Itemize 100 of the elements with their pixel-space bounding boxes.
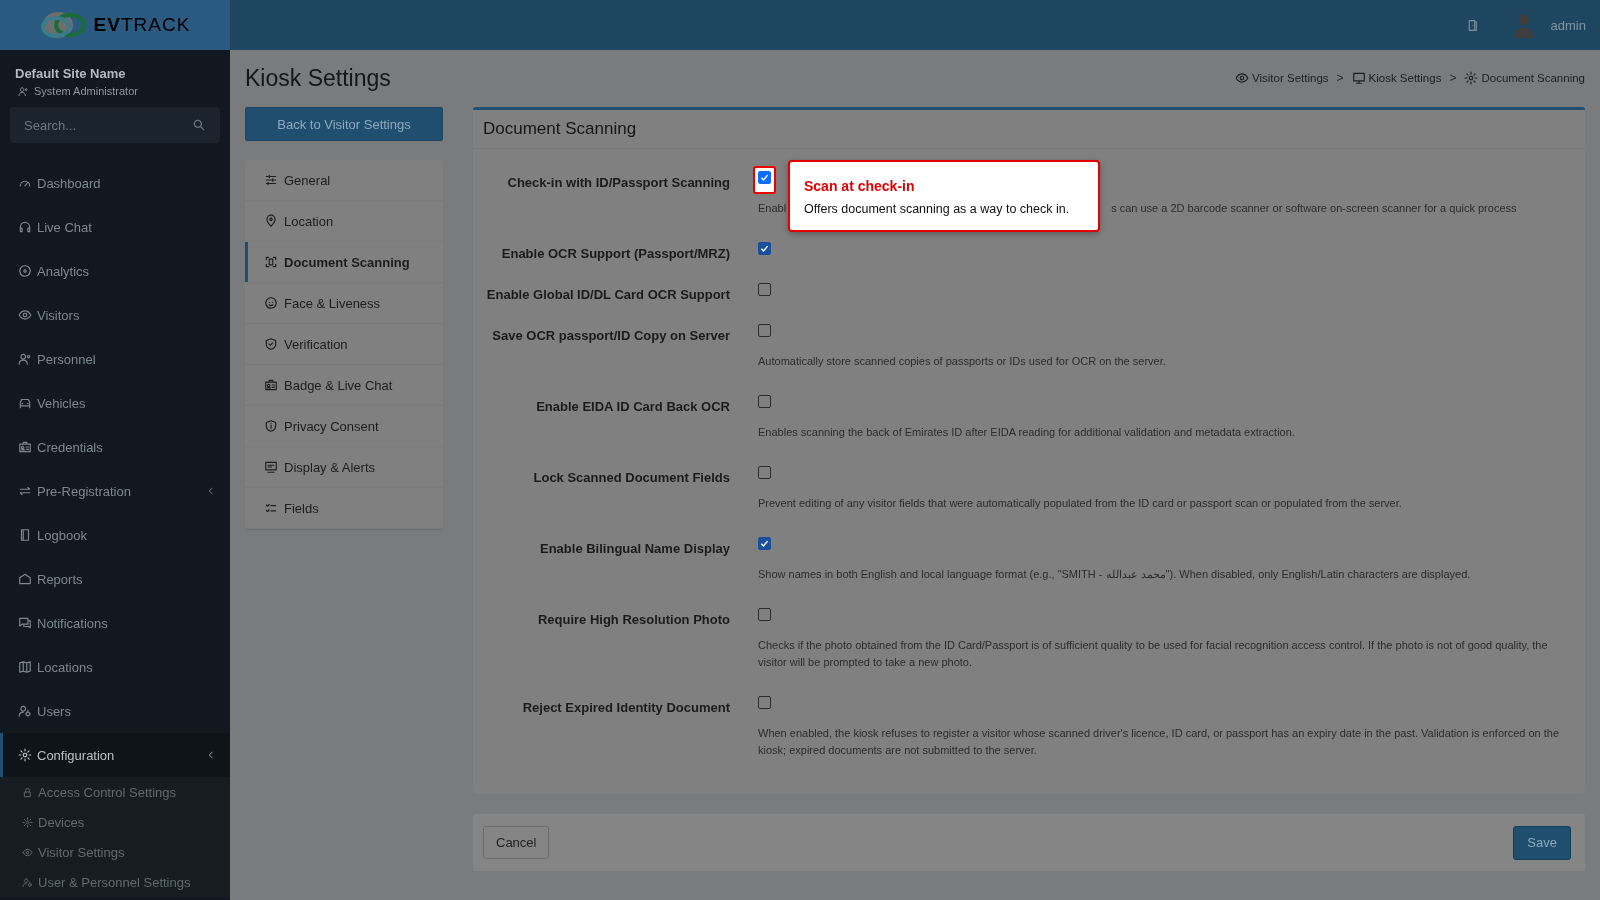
search-field[interactable]: Search...	[10, 107, 220, 143]
sidebar-subitem[interactable]: Visitor Settings	[0, 837, 230, 867]
checklist-icon	[264, 501, 278, 515]
chevron-icon[interactable]	[206, 486, 216, 496]
chat-icon	[18, 616, 32, 630]
setting-label: Enable EIDA ID Card Back OCR	[535, 398, 730, 416]
check-icon	[759, 243, 770, 254]
search-icon[interactable]	[192, 118, 206, 132]
breadcrumb-link[interactable]: Kiosk Settings	[1351, 71, 1442, 85]
setting-label: Check-in with ID/Passport Scanning	[506, 174, 730, 192]
sidebar-item[interactable]: Configuration	[0, 733, 230, 777]
setting-description: Automatically store scanned copies of passports or IDs used for OCR on the server.	[758, 354, 1167, 369]
check-icon	[759, 538, 770, 549]
monitor-icon	[1351, 71, 1366, 85]
setting-label: Require High Resolution Photo	[536, 611, 730, 629]
setting-label: Save OCR passport/ID Copy on Server	[491, 327, 730, 345]
scan-icon	[264, 255, 278, 269]
headset-icon	[18, 220, 32, 234]
sidebar-subitem[interactable]: User & Personnel Settings	[0, 867, 230, 897]
setting-label: Lock Scanned Document Fields	[532, 469, 730, 487]
checkbox[interactable]	[758, 466, 771, 479]
save-button[interactable]: Save	[1513, 825, 1571, 860]
checkbox[interactable]	[758, 608, 771, 621]
sidebar-item[interactable]: Dashboard	[0, 161, 230, 205]
setting-label: Reject Expired Identity Document	[521, 699, 730, 717]
breadcrumb-link[interactable]: Visitor Settings	[1235, 71, 1329, 85]
check-icon	[759, 172, 770, 183]
shield-icon	[264, 419, 278, 433]
setting-description: Checks if the photo obtained from the ID Card/Passport is of sufficient quality to be used for facial recognition access control. If the photo is not of good quality, the visitor will be prompted to take a new photo.	[758, 638, 1549, 670]
checkbox[interactable]	[758, 696, 771, 709]
swap-arrows-icon	[18, 484, 32, 498]
smiley-icon	[264, 296, 278, 310]
sidebar-subitem[interactable]: Access Control Settings	[0, 777, 230, 807]
settings-nav-item[interactable]: Document Scanning	[245, 242, 443, 283]
id-badge-icon	[18, 440, 32, 454]
checkbox[interactable]	[758, 283, 771, 296]
lock-icon	[22, 786, 33, 798]
setting-description: When enabled, the kiosk refuses to register a visitor whose scanned driver's licence, ID card, or passport has an expiry date in the past. Validation is enforced on the kiosk; expired documents are not submitted to the server.	[758, 726, 1561, 758]
user-role: System Administrator	[34, 85, 138, 97]
checkbox[interactable]	[758, 324, 771, 337]
map-icon	[18, 660, 32, 674]
popover-text: Offers document scanning as a way to check in.	[804, 202, 1071, 216]
setting-label: Enable Global ID/DL Card OCR Support	[485, 286, 730, 302]
breadcrumb-link[interactable]: Document Scanning	[1464, 71, 1585, 85]
settings-nav-item[interactable]: Fields	[245, 488, 443, 529]
breadcrumb-separator: >	[1336, 71, 1344, 85]
sidebar-subitem[interactable]: Devices	[0, 807, 230, 837]
settings-nav-item[interactable]: Face & Liveness	[245, 283, 443, 324]
setting-description: s can use a 2D barcode scanner or software on-screen scanner for a quick process	[1111, 201, 1517, 216]
person-icon	[18, 352, 32, 366]
sidebar-item[interactable]: Credentials	[0, 425, 230, 469]
popover-title: Scan at check-in	[804, 178, 916, 194]
eye-icon	[1235, 71, 1250, 85]
sidebar-item[interactable]: Visitors	[0, 293, 230, 337]
setting-description: Prevent editing of any visitor fields that were automatically populated from the ID card or passport scan or populated from the server.	[758, 496, 1403, 511]
sidebar-item[interactable]: Personnel	[0, 337, 230, 381]
sidebar-item[interactable]: Live Chat	[0, 205, 230, 249]
breadcrumb-separator: >	[1449, 71, 1457, 85]
target-icon	[18, 264, 32, 278]
user-gear-icon	[18, 704, 32, 718]
checkbox[interactable]	[758, 537, 771, 550]
sidebar-item[interactable]: Notifications	[0, 601, 230, 645]
checkbox[interactable]	[758, 242, 771, 255]
card-title: Document Scanning	[483, 119, 637, 139]
back-button[interactable]: Back to Visitor Settings	[245, 107, 443, 141]
settings-nav-item[interactable]: General	[245, 160, 443, 201]
setting-label: Enable Bilingual Name Display	[539, 540, 730, 558]
sidebar-item[interactable]: Users	[0, 689, 230, 733]
setting-description: Show names in both English and local language format (e.g., "SMITH - محمد عبدالله"). When disabled, only English/Latin characters are displayed.	[758, 567, 1472, 582]
settings-nav-item[interactable]: Location	[245, 201, 443, 242]
checkbox[interactable]	[758, 171, 771, 184]
sliders-icon	[264, 173, 278, 187]
sidebar-item[interactable]: Pre-Registration	[0, 469, 230, 513]
chevron-icon[interactable]	[206, 750, 216, 760]
cancel-button[interactable]: Cancel	[483, 826, 550, 859]
sidebar-item[interactable]: Locations	[0, 645, 230, 689]
settings-nav-item[interactable]: Badge & Live Chat	[245, 365, 443, 406]
setting-label: Enable OCR Support (Passport/MRZ)	[500, 245, 730, 261]
sidebar-item[interactable]: Vehicles	[0, 381, 230, 425]
sidebar-item[interactable]: Analytics	[0, 249, 230, 293]
user-gear-icon	[22, 876, 33, 888]
sidebar-item[interactable]: Reports	[0, 557, 230, 601]
house-icon	[18, 572, 32, 586]
person-icon	[18, 85, 29, 97]
logo-text: EVTRACK	[93, 14, 191, 36]
setting-description: Enables scanning the back of Emirates ID after EIDA reading for additional validation and metadata extraction.	[758, 425, 1296, 440]
shield-check-icon	[264, 337, 278, 351]
settings-nav-item[interactable]: Verification	[245, 324, 443, 365]
settings-nav-item[interactable]: Privacy Consent	[245, 406, 443, 447]
site-name: Default Site Name	[15, 66, 127, 81]
book-icon	[18, 528, 32, 542]
display-icon	[264, 460, 278, 474]
id-badge-icon	[264, 378, 278, 392]
settings-nav-item[interactable]: Display & Alerts	[245, 447, 443, 488]
setting-description: Enabl	[758, 201, 787, 216]
checkbox[interactable]	[758, 395, 771, 408]
user-name[interactable]: admin	[1550, 17, 1586, 33]
location-pin-icon	[264, 214, 278, 228]
sidebar-item[interactable]: Logbook	[0, 513, 230, 557]
eye-icon	[22, 846, 33, 858]
